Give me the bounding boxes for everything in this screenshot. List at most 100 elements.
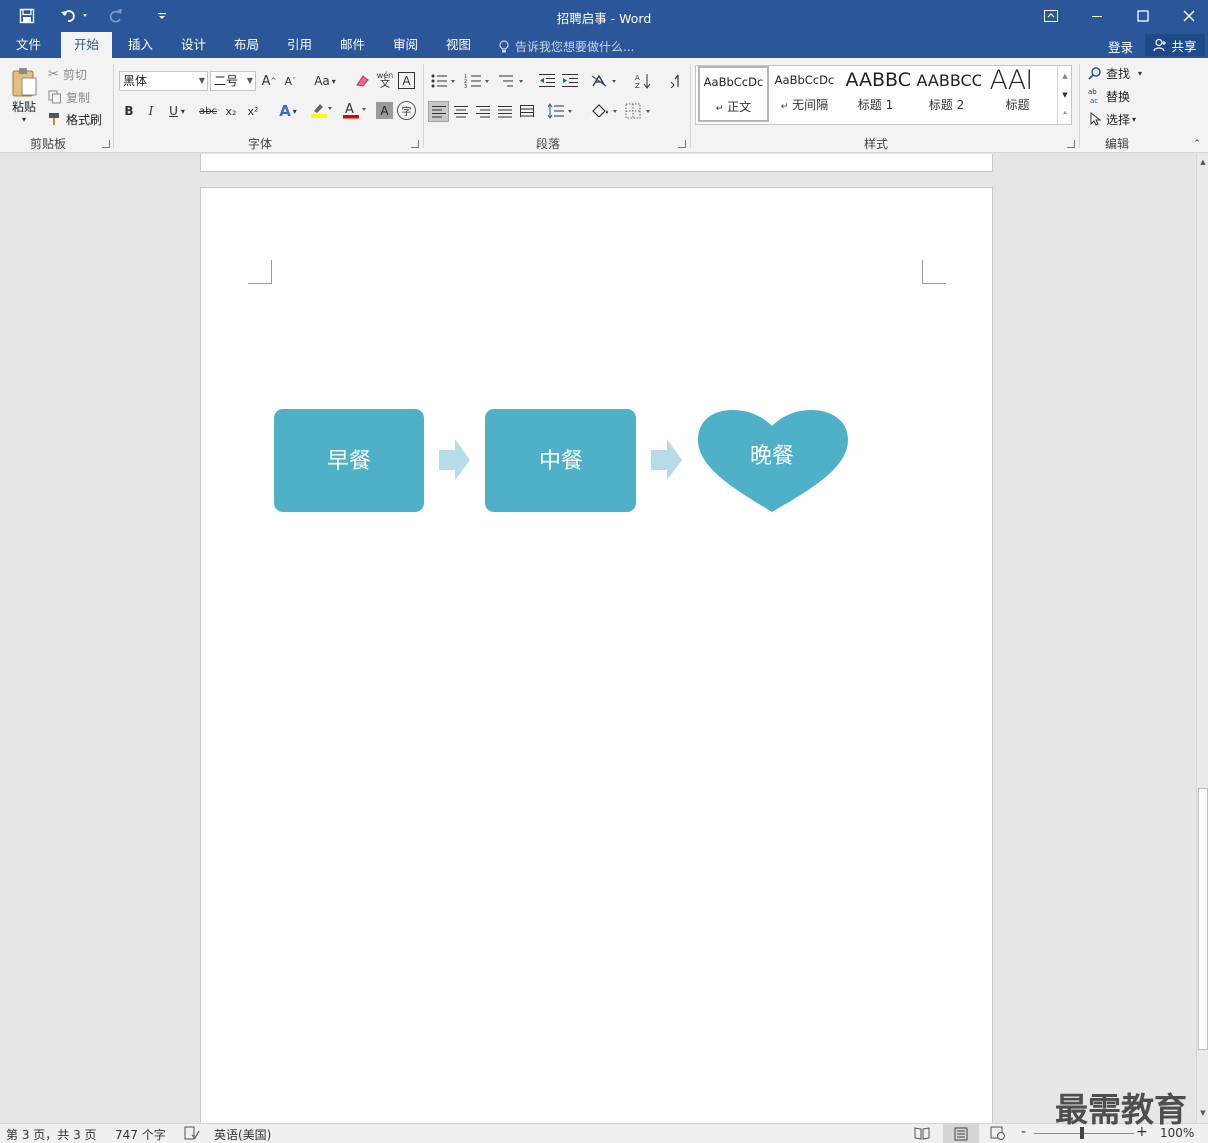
find-button[interactable]: 查找 ▾ bbox=[1088, 64, 1142, 82]
character-border-button[interactable]: A bbox=[398, 72, 415, 89]
shading-button[interactable] bbox=[589, 101, 621, 121]
font-launcher-icon[interactable] bbox=[411, 140, 419, 148]
share-button[interactable]: 共享 bbox=[1145, 34, 1205, 56]
format-painter-button[interactable]: 格式刷 bbox=[48, 110, 102, 128]
web-layout-icon[interactable] bbox=[990, 1126, 1006, 1143]
arrow-right-icon bbox=[439, 439, 470, 480]
scroll-down-icon[interactable]: ▼ bbox=[1198, 1107, 1208, 1119]
style-no-spacing[interactable]: AaBbCcDc ↵ 无间隔 bbox=[769, 66, 840, 122]
ribbon-display-options-icon[interactable] bbox=[1028, 0, 1074, 32]
cut-button[interactable]: ✂ 剪切 bbox=[48, 65, 87, 83]
tab-review[interactable]: 审阅 bbox=[380, 32, 431, 58]
tab-design[interactable]: 设计 bbox=[168, 32, 219, 58]
paste-button[interactable]: 粘贴 ▾ bbox=[6, 64, 42, 126]
minimize-icon[interactable] bbox=[1074, 0, 1120, 32]
styles-more-icon[interactable]: ⩡ bbox=[1059, 104, 1071, 123]
subscript-button[interactable]: x₂ bbox=[222, 102, 240, 120]
customize-qat-icon[interactable] bbox=[154, 5, 170, 27]
justify-button[interactable] bbox=[495, 102, 514, 121]
align-right-button[interactable] bbox=[473, 102, 492, 121]
scroll-up-icon[interactable]: ▲ bbox=[1198, 156, 1208, 168]
paragraph-launcher-icon[interactable] bbox=[678, 140, 686, 148]
numbering-button[interactable]: 123 bbox=[463, 71, 493, 91]
chinese-layout-button[interactable] bbox=[590, 71, 620, 91]
shrink-font-button[interactable]: Aˇ bbox=[281, 72, 299, 90]
align-center-icon bbox=[453, 105, 468, 117]
superscript-button[interactable]: x² bbox=[244, 102, 262, 120]
select-button[interactable]: 选择 ▾ bbox=[1088, 110, 1136, 128]
style-normal[interactable]: AaBbCcDc ↵ 正文 bbox=[698, 66, 769, 122]
clipboard-launcher-icon[interactable] bbox=[102, 140, 110, 148]
replace-button[interactable]: ab ac 替换 bbox=[1088, 87, 1130, 105]
enclose-characters-button[interactable]: 字 bbox=[397, 101, 416, 120]
undo-icon[interactable] bbox=[58, 5, 92, 27]
clear-formatting-button[interactable] bbox=[354, 72, 372, 90]
word-count[interactable]: 747 个字 bbox=[115, 1126, 166, 1143]
svg-text:A: A bbox=[635, 74, 640, 82]
distributed-button[interactable] bbox=[517, 102, 536, 121]
style-preview: AaBbCcDc bbox=[774, 73, 835, 87]
language[interactable]: 英语(美国) bbox=[214, 1126, 271, 1143]
tell-me-search[interactable]: 告诉我您想要做什么... bbox=[498, 38, 634, 55]
print-layout-icon[interactable] bbox=[943, 1124, 979, 1143]
change-case-button[interactable]: Aa ▾ bbox=[310, 72, 340, 90]
sort-button[interactable]: AZ bbox=[633, 71, 653, 91]
current-page[interactable]: 早餐 中餐 晚餐 bbox=[200, 187, 993, 1123]
font-color-button[interactable]: A bbox=[340, 100, 370, 120]
align-left-button[interactable] bbox=[428, 101, 449, 122]
proofing-icon[interactable] bbox=[184, 1126, 200, 1143]
highlight-button[interactable] bbox=[306, 100, 336, 120]
show-formatting-marks-button[interactable] bbox=[665, 71, 683, 91]
line-spacing-button[interactable] bbox=[546, 101, 576, 121]
maximize-icon[interactable] bbox=[1120, 0, 1166, 32]
multilevel-list-icon bbox=[499, 75, 523, 87]
styles-scroll-down-icon[interactable]: ▼ bbox=[1059, 85, 1071, 104]
styles-scroll-up-icon[interactable]: ▲ bbox=[1059, 66, 1071, 85]
tab-layout[interactable]: 布局 bbox=[221, 32, 272, 58]
increase-indent-button[interactable] bbox=[560, 71, 580, 91]
redo-icon[interactable] bbox=[106, 5, 126, 27]
tab-mailings[interactable]: 邮件 bbox=[327, 32, 378, 58]
multilevel-list-button[interactable] bbox=[497, 71, 527, 91]
zoom-slider[interactable] bbox=[1034, 1133, 1134, 1134]
style-name: ↵ 正文 bbox=[715, 100, 752, 114]
scroll-thumb[interactable] bbox=[1198, 788, 1208, 1050]
login-link[interactable]: 登录 bbox=[1108, 37, 1133, 56]
decrease-indent-button[interactable] bbox=[537, 71, 557, 91]
tab-file[interactable]: 文件 bbox=[3, 32, 54, 58]
bold-button[interactable]: B bbox=[120, 102, 138, 120]
process-diagram[interactable]: 早餐 中餐 晚餐 bbox=[261, 398, 861, 528]
strikethrough-button[interactable]: abc bbox=[198, 102, 218, 120]
copy-button[interactable]: 复制 bbox=[48, 88, 90, 106]
collapse-ribbon-icon[interactable]: ⌃ bbox=[1190, 138, 1204, 150]
justify-icon bbox=[497, 105, 512, 117]
page-count[interactable]: 第 3 页，共 3 页 bbox=[6, 1126, 97, 1143]
read-mode-icon[interactable] bbox=[914, 1126, 930, 1143]
italic-button[interactable]: I bbox=[142, 102, 160, 120]
character-shading-button[interactable]: A bbox=[376, 102, 393, 119]
zoom-out-icon[interactable]: - bbox=[1021, 1124, 1026, 1140]
bullets-button[interactable] bbox=[429, 71, 459, 91]
phonetic-guide-button[interactable]: wén 文 bbox=[375, 70, 395, 90]
style-title[interactable]: AAI 标题 bbox=[982, 66, 1053, 122]
clipboard-icon bbox=[12, 68, 37, 97]
copy-label: 复制 bbox=[66, 90, 91, 105]
tab-insert[interactable]: 插入 bbox=[115, 32, 166, 58]
tab-references[interactable]: 引用 bbox=[274, 32, 325, 58]
styles-launcher-icon[interactable] bbox=[1067, 140, 1075, 148]
tab-home[interactable]: 开始 bbox=[61, 32, 113, 58]
close-icon[interactable] bbox=[1166, 0, 1208, 32]
style-heading-1[interactable]: AABBC 标题 1 bbox=[840, 66, 911, 122]
style-heading-2[interactable]: AABBCC 标题 2 bbox=[911, 66, 982, 122]
text-effects-button[interactable]: A ▾ bbox=[275, 102, 301, 120]
vertical-scrollbar[interactable]: ▲ ▼ bbox=[1196, 154, 1208, 1123]
tab-view[interactable]: 视图 bbox=[433, 32, 484, 58]
document-area[interactable]: 早餐 中餐 晚餐 bbox=[0, 154, 1196, 1123]
font-name-dropdown[interactable]: 黑体 ▼ bbox=[119, 71, 208, 91]
align-center-button[interactable] bbox=[451, 102, 470, 121]
save-icon[interactable] bbox=[16, 5, 38, 27]
grow-font-button[interactable]: A ^ bbox=[260, 72, 278, 90]
borders-button[interactable] bbox=[624, 101, 656, 121]
underline-button[interactable]: U ▾ bbox=[164, 102, 190, 120]
font-size-dropdown[interactable]: 二号 ▼ bbox=[210, 71, 256, 91]
